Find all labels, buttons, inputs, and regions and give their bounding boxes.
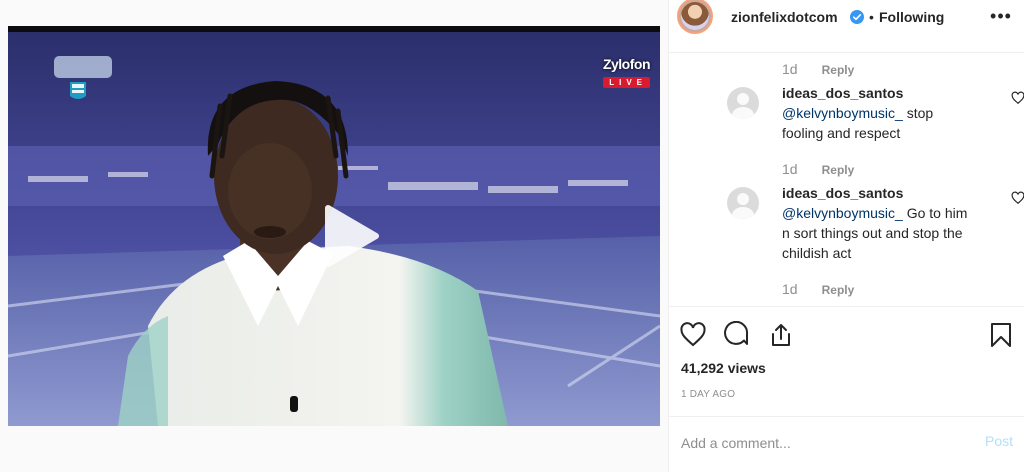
comment-time: 1d xyxy=(782,161,798,177)
bookmark-icon[interactable] xyxy=(987,321,1015,349)
post-header: zionfelixdotcom • Following ••• xyxy=(669,0,1024,38)
comment-icon[interactable] xyxy=(723,320,751,349)
video-player[interactable]: Zylofon LIVE xyxy=(8,26,660,426)
comment-text: ideas_dos_santos @kelvynboymusic_ Go to … xyxy=(782,183,972,263)
commenter-avatar[interactable] xyxy=(727,187,759,219)
comment-text: ideas_dos_santos @kelvynboymusic_ stop f… xyxy=(782,83,972,143)
live-indicator: LIVE xyxy=(603,77,650,88)
heart-icon[interactable] xyxy=(679,321,707,349)
following-button[interactable]: Following xyxy=(879,9,944,25)
header-separator: • xyxy=(869,9,874,25)
comment-like-icon[interactable] xyxy=(1011,91,1024,105)
comment-meta: 1d Reply xyxy=(782,161,854,177)
play-icon xyxy=(325,205,379,267)
media-panel: Zylofon LIVE xyxy=(0,0,668,472)
author-avatar[interactable] xyxy=(677,0,713,34)
comment-input[interactable] xyxy=(681,431,971,455)
commenter-username[interactable]: ideas_dos_santos xyxy=(782,183,972,203)
comment-meta: 1d Reply xyxy=(782,281,854,297)
comment-meta: 1d Reply xyxy=(782,61,854,77)
author-username[interactable]: zionfelixdotcom xyxy=(731,9,838,25)
channel-logo xyxy=(70,82,86,99)
comment-time: 1d xyxy=(782,281,798,297)
comment-composer: Post xyxy=(669,416,1024,472)
post-timestamp[interactable]: 1 DAY AGO xyxy=(681,389,735,400)
comments-list[interactable]: 1d Reply ideas_dos_santos @kelvynboymusi… xyxy=(669,52,1024,306)
broadcaster-name: Zylofon xyxy=(602,56,651,72)
post-actions: 41,292 views 1 DAY AGO xyxy=(669,306,1024,416)
post-side-panel: zionfelixdotcom • Following ••• 1d Reply… xyxy=(668,0,1024,472)
comment-like-icon[interactable] xyxy=(1011,191,1024,205)
comment-mention[interactable]: @kelvynboymusic_ xyxy=(782,205,903,221)
verified-badge-icon xyxy=(850,10,864,24)
reply-button[interactable]: Reply xyxy=(822,63,855,77)
commenter-avatar[interactable] xyxy=(727,87,759,119)
post-comment-button[interactable]: Post xyxy=(985,433,1013,449)
more-options-icon[interactable]: ••• xyxy=(989,4,1013,28)
reply-button[interactable]: Reply xyxy=(822,163,855,177)
view-count[interactable]: 41,292 views xyxy=(681,360,766,376)
share-icon[interactable] xyxy=(767,321,795,349)
reply-button[interactable]: Reply xyxy=(822,283,855,297)
comment-time: 1d xyxy=(782,61,798,77)
play-button[interactable] xyxy=(306,196,386,276)
commenter-username[interactable]: ideas_dos_santos xyxy=(782,83,972,103)
comment-mention[interactable]: @kelvynboymusic_ xyxy=(782,105,903,121)
live-badge: Zylofon LIVE xyxy=(588,56,651,90)
